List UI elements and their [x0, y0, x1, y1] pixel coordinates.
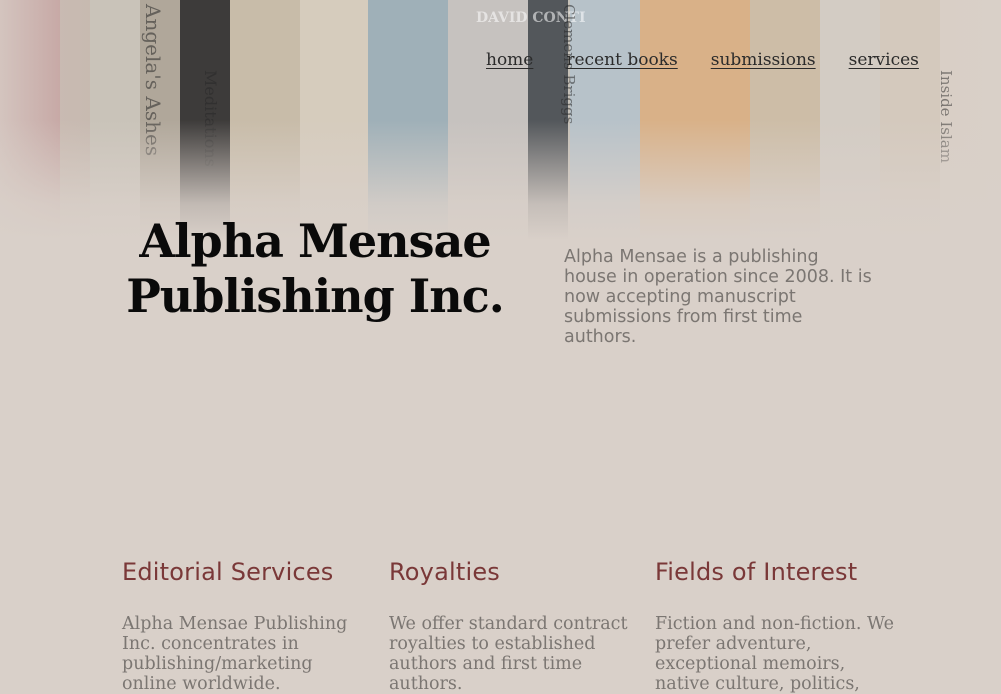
fields-of-interest-section: Fields of Interest Fiction and non-ficti… — [655, 556, 900, 694]
section-heading: Editorial Services — [122, 558, 334, 586]
nav-submissions-link[interactable]: submissions — [711, 50, 816, 70]
section-heading: Royalties — [389, 558, 501, 586]
section-body: Alpha Mensae Publishing Inc. concentrate… — [122, 614, 348, 694]
site-title-line1: Alpha Mensae — [139, 214, 491, 268]
nav-services-link[interactable]: services — [849, 50, 919, 70]
site-title-line2: Publishing Inc. — [126, 269, 505, 323]
editorial-services-section: Editorial Services Alpha Mensae Publishi… — [122, 556, 367, 694]
nav-recent-books-link[interactable]: recent books — [566, 50, 677, 70]
nav-home-link[interactable]: home — [486, 50, 533, 70]
main-navigation: home recent books submissions services — [486, 50, 919, 70]
section-body: We offer standard contract royalties to … — [389, 614, 628, 694]
section-heading: Fields of Interest — [655, 558, 858, 586]
site-title: Alpha Mensae Publishing Inc. — [120, 214, 510, 324]
intro-text: Alpha Mensae is a publishing house in op… — [564, 247, 872, 347]
section-body: Fiction and non-fiction. We prefer adven… — [655, 614, 894, 694]
hero-bookshelf-image: Angela's Ashes Meditations DAVID CONTI C… — [0, 0, 1001, 240]
royalties-section: Royalties We offer standard contract roy… — [389, 556, 634, 694]
